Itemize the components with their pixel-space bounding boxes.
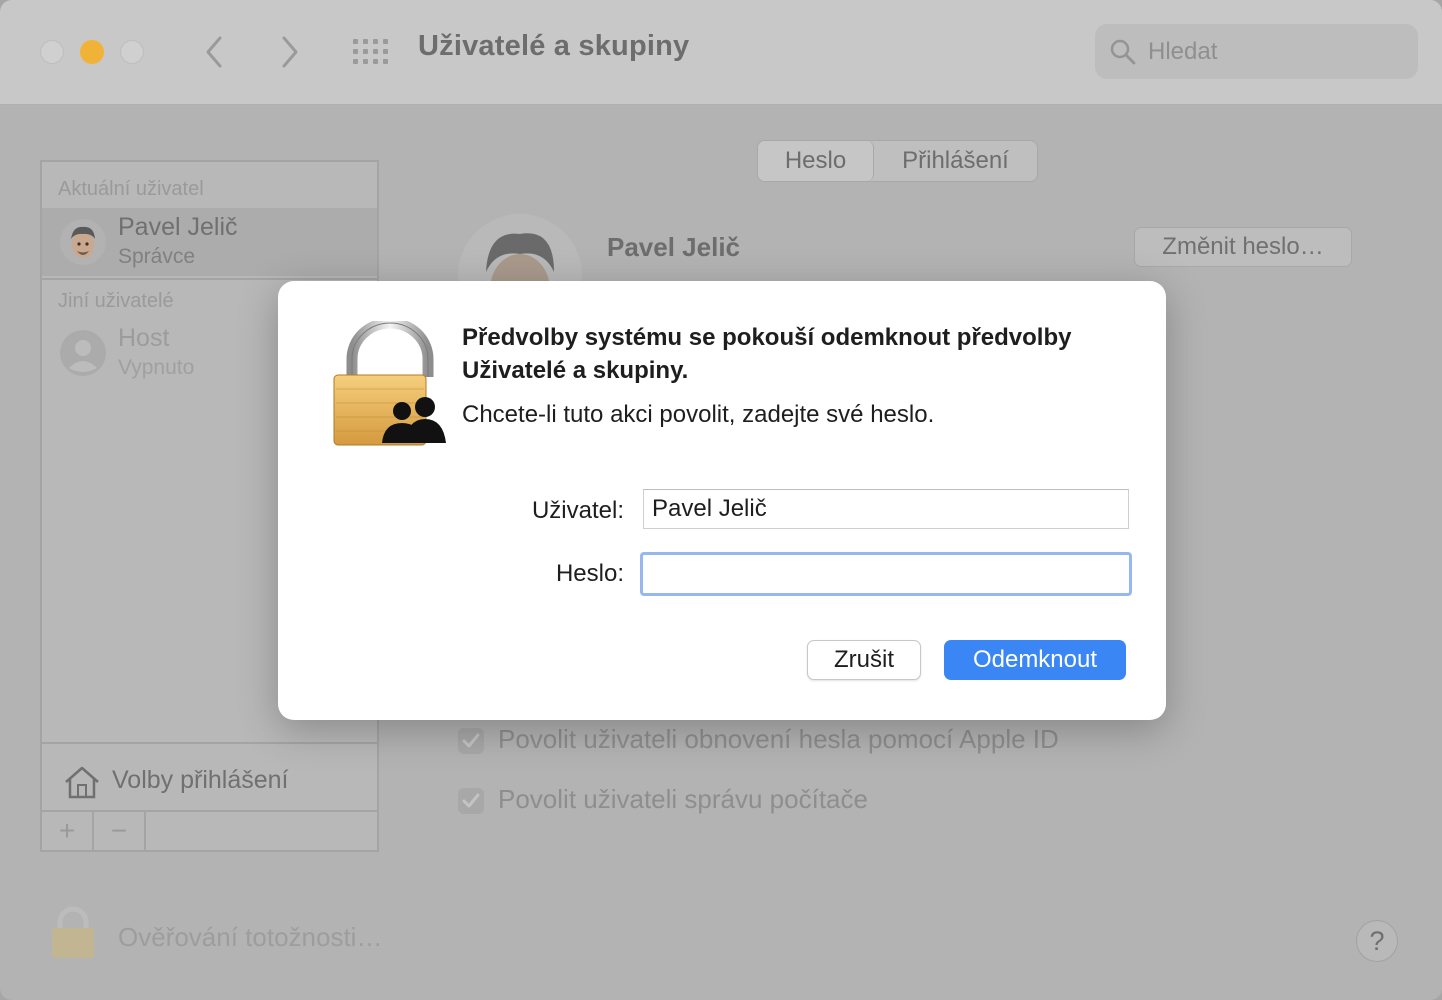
tab-control: Heslo Přihlášení [757, 140, 1038, 182]
add-user-button[interactable]: + [42, 812, 94, 850]
checkbox-label: Povolit uživateli správu počítače [498, 784, 868, 814]
unlock-dialog: Předvolby systému se pokouší odemknout p… [278, 281, 1166, 720]
help-button[interactable]: ? [1356, 920, 1398, 962]
unlock-button[interactable]: Odemknout [944, 640, 1126, 680]
other-users-section-label: Jiní uživatelé [58, 290, 174, 312]
password-field[interactable] [640, 552, 1132, 596]
current-user-name: Pavel Jelič [118, 213, 238, 241]
dialog-message: Chcete-li tuto akci povolit, zadejte své… [462, 401, 935, 428]
forward-icon[interactable] [274, 34, 304, 70]
login-options-item[interactable]: Volby přihlášení [112, 766, 289, 795]
lock-icon[interactable] [50, 906, 96, 958]
search-icon [1110, 39, 1136, 65]
current-user-section-label: Aktuální uživatel [58, 178, 204, 200]
checkbox-checked-icon [458, 728, 484, 754]
username-field[interactable]: Pavel Jelič [643, 489, 1129, 529]
tab-password[interactable]: Heslo [758, 141, 874, 181]
tab-login[interactable]: Přihlášení [874, 141, 1037, 181]
change-password-button[interactable]: Změnit heslo… [1134, 227, 1352, 267]
lock-with-users-icon [333, 321, 446, 446]
sidebar-item-current-user[interactable]: Pavel Jelič Správce [42, 208, 377, 276]
house-icon [65, 766, 99, 799]
cancel-button[interactable]: Zrušit [807, 640, 921, 680]
title-bar: Uživatelé a skupiny Hledat [0, 0, 1442, 105]
dialog-title: Předvolby systému se pokouší odemknout p… [462, 324, 1072, 384]
close-button[interactable] [40, 40, 64, 64]
memoji-avatar-icon [60, 219, 106, 265]
preferences-window: Uživatelé a skupiny Hledat Aktuální uživ… [0, 0, 1442, 1000]
checkbox-label: Povolit uživateli obnovení hesla pomocí … [498, 724, 1059, 754]
sidebar-divider [42, 742, 377, 744]
password-label: Heslo: [555, 560, 624, 587]
window-title: Uživatelé a skupiny [418, 30, 690, 62]
zoom-button[interactable] [120, 40, 144, 64]
search-field[interactable]: Hledat [1095, 24, 1418, 79]
guest-user-name: Host [118, 324, 170, 352]
search-placeholder: Hledat [1148, 38, 1218, 65]
remove-user-button[interactable]: − [94, 812, 146, 850]
authenticate-label[interactable]: Ověřování totožnosti… [118, 922, 382, 953]
current-user-role: Správce [118, 245, 196, 268]
user-full-name: Pavel Jelič [607, 232, 740, 262]
sidebar-divider [42, 278, 377, 280]
show-all-grid-icon[interactable] [352, 38, 390, 66]
checkbox-checked-icon [458, 788, 484, 814]
username-label: Uživatel: [531, 497, 624, 524]
minimize-button[interactable] [80, 40, 104, 64]
guest-avatar-icon [60, 330, 106, 376]
guest-user-status: Vypnuto [118, 356, 195, 379]
back-icon[interactable] [200, 34, 230, 70]
